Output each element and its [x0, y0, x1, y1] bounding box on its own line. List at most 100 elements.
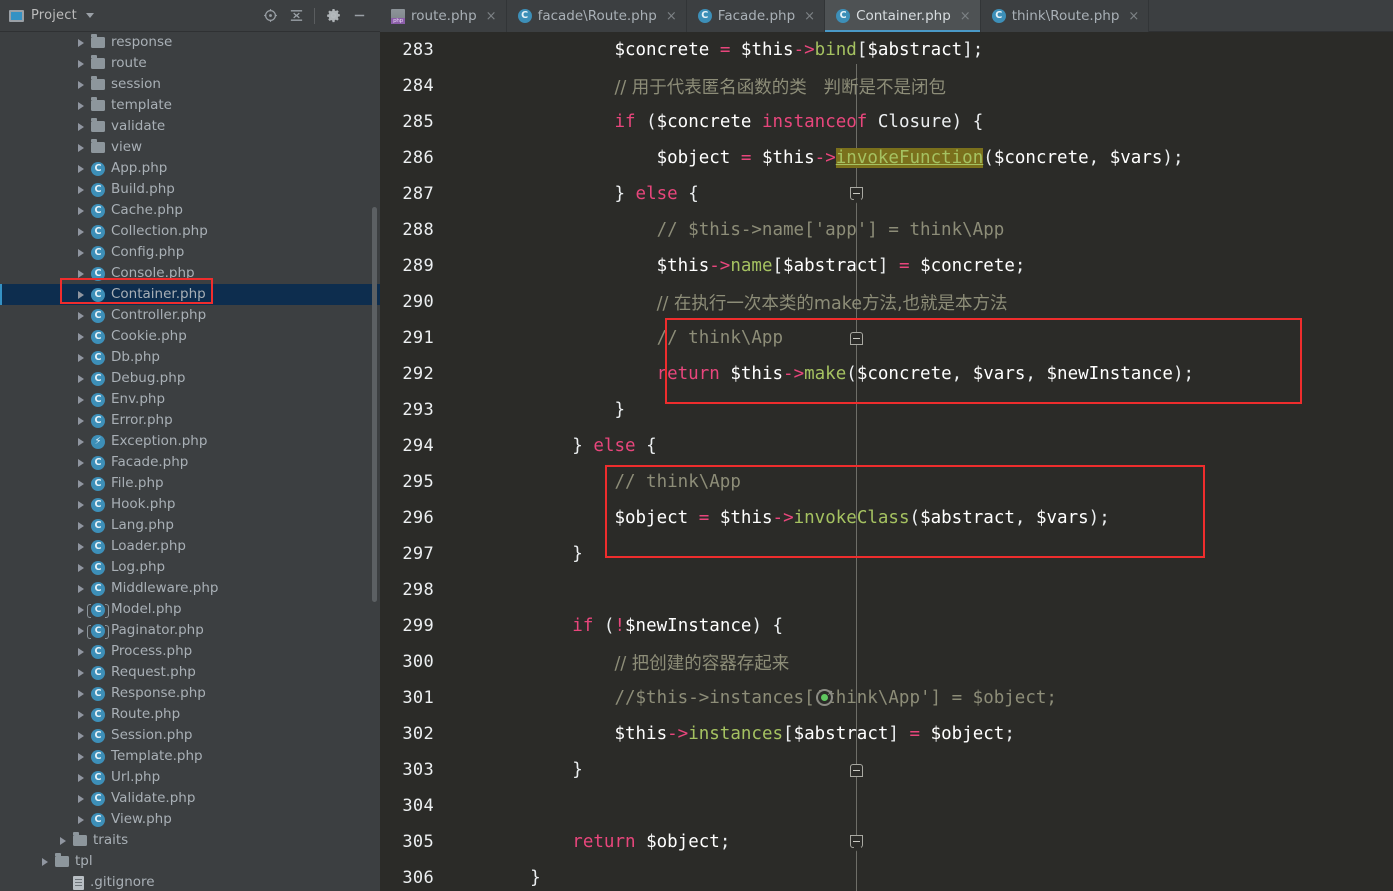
tree-item-middleware-php[interactable]: C Middleware.php	[0, 578, 380, 599]
tree-item-lang-php[interactable]: C Lang.php	[0, 515, 380, 536]
code-line-299[interactable]: 299 if (!$newInstance) {	[380, 608, 1393, 644]
expand-arrow-icon[interactable]	[78, 500, 85, 509]
editor-gutter[interactable]	[448, 140, 488, 176]
code-line-284[interactable]: 284 // 用于代表匿名函数的类 判断是不是闭包	[380, 68, 1393, 104]
expand-arrow-icon[interactable]	[78, 332, 85, 341]
expand-arrow-icon[interactable]	[78, 395, 85, 404]
editor-gutter[interactable]	[448, 680, 488, 716]
editor-gutter[interactable]	[448, 824, 488, 860]
expand-arrow-icon[interactable]	[78, 311, 85, 320]
tree-item-debug-php[interactable]: C Debug.php	[0, 368, 380, 389]
tree-item-session[interactable]: session	[0, 74, 380, 95]
expand-arrow-icon[interactable]	[78, 458, 85, 467]
expand-arrow-icon[interactable]	[78, 773, 85, 782]
tree-item-paginator-php[interactable]: C Paginator.php	[0, 620, 380, 641]
tree-item-traits[interactable]: traits	[0, 830, 380, 851]
code-line-286[interactable]: 286 $object = $this->invokeFunction($con…	[380, 140, 1393, 176]
editor-gutter[interactable]	[448, 212, 488, 248]
chevron-down-icon[interactable]	[85, 13, 94, 18]
code-line-298[interactable]: 298	[380, 572, 1393, 608]
tree-item-template-php[interactable]: C Template.php	[0, 746, 380, 767]
tree-item-error-php[interactable]: C Error.php	[0, 410, 380, 431]
expand-arrow-icon[interactable]	[78, 794, 85, 803]
editor-gutter[interactable]	[448, 284, 488, 320]
code-line-290[interactable]: 290 // 在执行一次本类的make方法,也就是本方法	[380, 284, 1393, 320]
tree-item-tpl[interactable]: tpl	[0, 851, 380, 872]
expand-arrow-icon[interactable]	[78, 185, 85, 194]
fold-marker-collapse-icon[interactable]	[850, 764, 863, 777]
expand-arrow-icon[interactable]	[78, 38, 85, 47]
locate-icon[interactable]	[257, 3, 283, 29]
code-line-287[interactable]: 287 } else {	[380, 176, 1393, 345]
editor-tab-facade-php[interactable]: C Facade.php ×	[686, 0, 826, 32]
editor-tab-container-php[interactable]: C Container.php ×	[825, 0, 981, 32]
editor-gutter[interactable]	[448, 248, 488, 284]
close-icon[interactable]: ×	[1128, 9, 1139, 24]
editor-tab-think-route-php[interactable]: C think\Route.php ×	[980, 0, 1150, 32]
code-line-300[interactable]: 300 // 把创建的容器存起来	[380, 644, 1393, 680]
close-icon[interactable]: ×	[666, 9, 677, 24]
tree-item-process-php[interactable]: C Process.php	[0, 641, 380, 662]
tree-item-file-php[interactable]: C File.php	[0, 473, 380, 494]
tree-item-config-php[interactable]: C Config.php	[0, 242, 380, 263]
tree-item-response-php[interactable]: C Response.php	[0, 683, 380, 704]
run-gutter-icon[interactable]: ↗	[816, 688, 833, 706]
expand-arrow-icon[interactable]	[78, 563, 85, 572]
tree-item-route-php[interactable]: C Route.php	[0, 704, 380, 725]
editor-gutter[interactable]	[448, 428, 488, 464]
editor-tab-facade-route-php[interactable]: C facade\Route.php ×	[506, 0, 687, 32]
code-line-303[interactable]: 303 }	[380, 752, 1393, 788]
editor-gutter[interactable]	[448, 788, 488, 824]
collapse-all-icon[interactable]	[283, 3, 309, 29]
tree-item-hook-php[interactable]: C Hook.php	[0, 494, 380, 515]
code-line-305[interactable]: 305 return $object;	[380, 824, 1393, 860]
tree-item-request-php[interactable]: C Request.php	[0, 662, 380, 683]
tree-item-session-php[interactable]: C Session.php	[0, 725, 380, 746]
tree-item-template[interactable]: template	[0, 95, 380, 116]
editor-gutter[interactable]	[448, 32, 488, 68]
tree-item-collection-php[interactable]: C Collection.php	[0, 221, 380, 242]
tree-item-container-php[interactable]: C Container.php	[0, 284, 380, 305]
expand-arrow-icon[interactable]	[78, 626, 85, 635]
expand-arrow-icon[interactable]	[78, 374, 85, 383]
expand-arrow-icon[interactable]	[78, 752, 85, 761]
expand-arrow-icon[interactable]	[78, 710, 85, 719]
fold-marker-collapse-icon[interactable]	[850, 332, 863, 345]
code-line-297[interactable]: 297 }	[380, 536, 1393, 572]
editor-gutter[interactable]	[448, 176, 488, 212]
expand-arrow-icon[interactable]	[78, 542, 85, 551]
code-editor[interactable]: 283 $concrete = $this->bind[$abstract]; 2…	[380, 32, 1393, 891]
expand-arrow-icon[interactable]	[78, 206, 85, 215]
tree-item-db-php[interactable]: C Db.php	[0, 347, 380, 368]
tree-item-view[interactable]: view	[0, 137, 380, 158]
editor-gutter[interactable]	[448, 464, 488, 500]
code-line-301[interactable]: 301 //$this->instances['think\App'] = $o…	[380, 680, 1393, 716]
tree-item-console-php[interactable]: C Console.php	[0, 263, 380, 284]
expand-arrow-icon[interactable]	[42, 857, 49, 866]
tree-item-log-php[interactable]: C Log.php	[0, 557, 380, 578]
editor-gutter[interactable]	[448, 716, 488, 752]
expand-arrow-icon[interactable]	[78, 479, 85, 488]
close-icon[interactable]: ×	[486, 9, 497, 24]
editor-gutter[interactable]	[448, 500, 488, 536]
expand-arrow-icon[interactable]	[78, 605, 85, 614]
tree-item-validate-php[interactable]: C Validate.php	[0, 788, 380, 809]
expand-arrow-icon[interactable]	[78, 164, 85, 173]
expand-arrow-icon[interactable]	[78, 248, 85, 257]
tree-item-gitignore[interactable]: .gitignore	[0, 872, 380, 891]
editor-gutter[interactable]	[448, 608, 488, 644]
close-icon[interactable]: ×	[804, 9, 815, 24]
editor-gutter[interactable]	[448, 68, 488, 104]
fold-marker-collapse-icon[interactable]	[850, 835, 863, 848]
expand-arrow-icon[interactable]	[78, 584, 85, 593]
expand-arrow-icon[interactable]	[78, 80, 85, 89]
editor-gutter[interactable]	[448, 320, 488, 356]
code-line-304[interactable]: 304	[380, 788, 1393, 824]
expand-arrow-icon[interactable]	[78, 668, 85, 677]
code-line-306[interactable]: 306 }	[380, 860, 1393, 891]
tree-item-env-php[interactable]: C Env.php	[0, 389, 380, 410]
code-line-285[interactable]: 285 if ($concrete instanceof Closure) {	[380, 104, 1393, 200]
expand-arrow-icon[interactable]	[78, 290, 85, 299]
tree-item-exception-php[interactable]: ⚡ Exception.php	[0, 431, 380, 452]
expand-arrow-icon[interactable]	[78, 647, 85, 656]
